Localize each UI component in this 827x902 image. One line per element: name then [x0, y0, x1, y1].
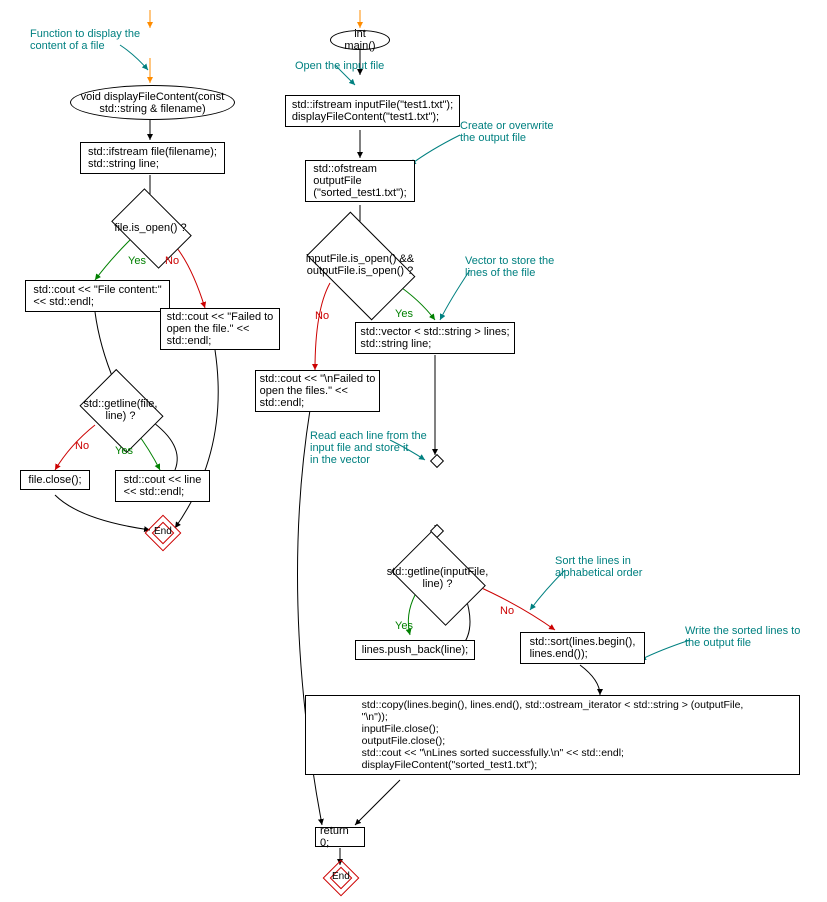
label-no: No — [315, 310, 329, 322]
process-cout-line: std::cout << line << std::endl; — [115, 470, 210, 502]
process-cout-failed-files: std::cout << "\nFailed to open the files… — [255, 370, 380, 412]
annotation-sort-lines: Sort the lines in alphabetical order — [555, 555, 642, 579]
label-yes: Yes — [395, 620, 413, 632]
label-no: No — [75, 440, 89, 452]
end-node-left: End — [150, 520, 174, 544]
process-vector-lines: std::vector < std::string > lines; std::… — [355, 322, 515, 354]
annotation-open-input: Open the input file — [295, 60, 384, 72]
annotation-write-sorted: Write the sorted lines to the output fil… — [685, 625, 800, 649]
label-yes: Yes — [395, 308, 413, 320]
process-ofstream-output: std::ofstream outputFile ("sorted_test1.… — [305, 160, 415, 202]
process-ifstream-file: std::ifstream file(filename); std::strin… — [80, 142, 225, 174]
process-return0: return 0; — [315, 827, 365, 847]
label-no: No — [165, 255, 179, 267]
decision-file-isopen: file.is_open() ? — [118, 205, 183, 250]
process-sort: std::sort(lines.begin(), lines.end()); — [520, 632, 645, 664]
process-cout-failed: std::cout << "Failed to open the file." … — [160, 308, 280, 350]
process-copy-close: std::copy(lines.begin(), lines.end(), st… — [305, 695, 800, 775]
process-cout-filecontent: std::cout << "File content:" << std::end… — [25, 280, 170, 312]
terminal-intmain: int main() — [330, 30, 390, 50]
terminal-displayfilecontent: void displayFileContent(const std::strin… — [70, 85, 235, 120]
annotation-create-output: Create or overwrite the output file — [460, 120, 554, 144]
annotation-vector-store: Vector to store the lines of the file — [465, 255, 554, 279]
annotation-read-lines: Read each line from the input file and s… — [310, 430, 427, 466]
label-no: No — [500, 605, 514, 617]
annotation-function-display: Function to display the content of a fil… — [30, 28, 140, 52]
decision-getline-input: std::getline(inputFile, line) ? — [400, 550, 475, 605]
label-yes: Yes — [115, 445, 133, 457]
label-yes: Yes — [128, 255, 146, 267]
process-fileclose: file.close(); — [20, 470, 90, 490]
connector-diamond — [430, 454, 444, 468]
end-node-right: End — [328, 865, 352, 889]
decision-getline: std::getline(file, line) ? — [88, 385, 153, 435]
decision-files-isopen: inputFile.is_open() && outputFile.is_ope… — [315, 235, 405, 295]
process-pushback: lines.push_back(line); — [355, 640, 475, 660]
process-ifstream-input: std::ifstream inputFile("test1.txt"); di… — [285, 95, 460, 127]
